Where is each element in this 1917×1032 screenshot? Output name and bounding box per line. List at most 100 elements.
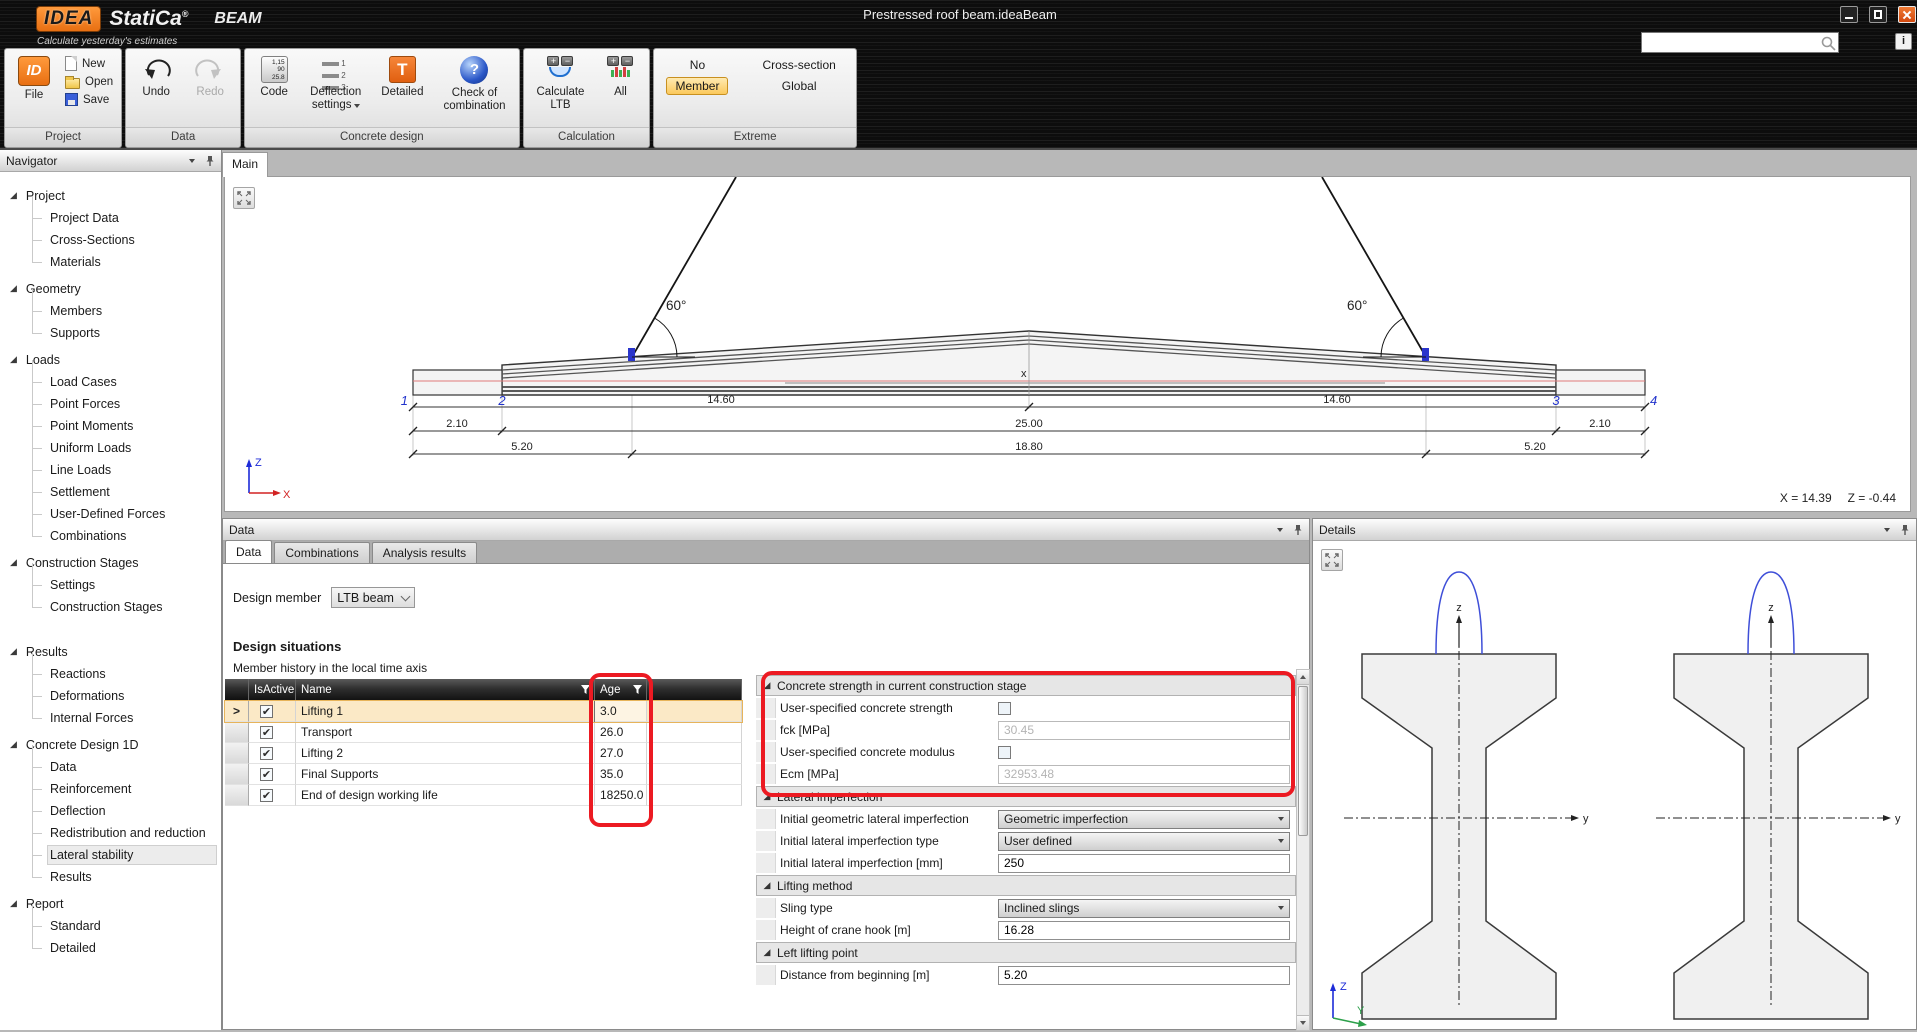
initial-imperfection-input[interactable] [998, 854, 1290, 873]
nav-item-point-moments[interactable]: Point Moments [0, 415, 221, 437]
user-strength-checkbox[interactable] [998, 702, 1011, 715]
isactive-checkbox[interactable]: ✔ [260, 789, 273, 802]
row-selector[interactable] [225, 722, 249, 743]
section-left-lifting-point[interactable]: ◢ Left lifting point [756, 942, 1296, 963]
stage-name-cell[interactable]: Final Supports [296, 764, 595, 785]
nav-group-concrete-design-1d[interactable]: ◢Concrete Design 1D [0, 733, 221, 756]
panel-menu-icon[interactable] [1882, 528, 1890, 532]
stage-age-cell[interactable]: 27.0 [595, 743, 647, 764]
nav-item-deflection[interactable]: Deflection [0, 800, 221, 822]
nav-item-data[interactable]: Data [0, 756, 221, 778]
collapse-triangle-icon[interactable]: ◢ [757, 947, 777, 958]
initial-geometric-imperfection-select[interactable]: Geometric imperfection [998, 810, 1290, 829]
filter-icon[interactable] [633, 685, 642, 694]
open-button[interactable]: Open [65, 75, 113, 89]
code-button[interactable]: 1,15 90 25.8 Code [253, 53, 295, 102]
nav-item-uniform-loads[interactable]: Uniform Loads [0, 437, 221, 459]
crane-hook-height-input[interactable] [998, 921, 1290, 940]
minimize-button[interactable] [1840, 6, 1858, 23]
distance-from-beginning-input[interactable] [998, 966, 1290, 985]
nav-item-supports[interactable]: Supports [0, 322, 221, 344]
row-selector[interactable] [225, 764, 249, 785]
new-button[interactable]: New [65, 56, 113, 71]
nav-item-results[interactable]: Results [0, 866, 221, 888]
column-header-name[interactable]: Name [296, 679, 595, 701]
collapse-triangle-icon[interactable]: ◢ [757, 791, 777, 802]
stage-age-cell[interactable]: 35.0 [595, 764, 647, 785]
stage-name-cell[interactable]: Lifting 2 [296, 743, 595, 764]
section-lifting-method[interactable]: ◢ Lifting method [756, 875, 1296, 896]
search-input[interactable] [1642, 34, 1820, 51]
tab-combinations[interactable]: Combinations [274, 542, 369, 563]
nav-group-construction-stages[interactable]: ◢Construction Stages [0, 551, 221, 574]
close-button[interactable] [1898, 6, 1916, 23]
nav-item-redistribution-and-reduction[interactable]: Redistribution and reduction [0, 822, 221, 844]
collapse-triangle-icon[interactable]: ◢ [10, 354, 17, 365]
nav-item-reactions[interactable]: Reactions [0, 663, 221, 685]
nav-item-construction-stages[interactable]: Construction Stages [0, 596, 221, 618]
collapse-triangle-icon[interactable]: ◢ [757, 880, 777, 891]
table-row[interactable]: ✔ Transport 26.0 [225, 722, 742, 743]
nav-item-project-data[interactable]: Project Data [0, 207, 221, 229]
nav-item-user-defined-forces[interactable]: User-Defined Forces [0, 503, 221, 525]
scrollbar-thumb[interactable] [1298, 686, 1308, 836]
main-viewport[interactable]: x 60° 60° 14.60 14.60 1 2 3 4 [224, 176, 1911, 512]
calculate-all-button[interactable]: +− All [599, 53, 641, 102]
ecm-input[interactable] [998, 765, 1290, 784]
pin-icon[interactable] [205, 155, 215, 167]
pin-icon[interactable] [1293, 524, 1303, 536]
info-button[interactable]: i [1895, 33, 1912, 50]
user-modulus-checkbox[interactable] [998, 746, 1011, 759]
row-selector[interactable] [225, 743, 249, 764]
nav-group-loads[interactable]: ◢Loads [0, 348, 221, 371]
section-concrete-strength[interactable]: ◢ Concrete strength in current construct… [756, 675, 1296, 696]
nav-item-reinforcement[interactable]: Reinforcement [0, 778, 221, 800]
table-row[interactable]: > ✔ Lifting 1 3.0 [225, 701, 742, 722]
properties-scrollbar[interactable] [1296, 669, 1310, 1031]
nav-item-cross-sections[interactable]: Cross-Sections [0, 229, 221, 251]
nav-item-lateral-stability[interactable]: Lateral stability [0, 844, 221, 866]
panel-menu-icon[interactable] [1275, 528, 1283, 532]
nav-item-deformations[interactable]: Deformations [0, 685, 221, 707]
stage-name-cell[interactable]: End of design working life [296, 785, 595, 806]
nav-group-report[interactable]: ◢Report [0, 892, 221, 915]
isactive-checkbox[interactable]: ✔ [260, 747, 273, 760]
stage-age-cell[interactable]: 18250.0 [595, 785, 647, 806]
nav-item-settlement[interactable]: Settlement [0, 481, 221, 503]
column-header-age[interactable]: Age [595, 679, 647, 701]
stage-name-cell[interactable]: Lifting 1 [296, 701, 595, 722]
table-row[interactable]: ✔ End of design working life 18250.0 [225, 785, 742, 806]
sling-type-select[interactable]: Inclined slings [998, 899, 1290, 918]
nav-item-load-cases[interactable]: Load Cases [0, 371, 221, 393]
filter-icon[interactable] [581, 685, 590, 694]
nav-item-detailed[interactable]: Detailed [0, 937, 221, 959]
redo-button[interactable]: Redo [188, 53, 232, 102]
collapse-triangle-icon[interactable]: ◢ [10, 898, 17, 909]
search-box[interactable] [1641, 32, 1839, 53]
isactive-checkbox[interactable]: ✔ [260, 768, 273, 781]
row-selector[interactable]: > [225, 701, 249, 722]
row-selector[interactable] [225, 785, 249, 806]
expand-view-icon[interactable] [1321, 549, 1343, 571]
nav-item-line-loads[interactable]: Line Loads [0, 459, 221, 481]
extreme-option-no[interactable]: No [666, 57, 728, 73]
nav-group-results[interactable]: ◢Results [0, 640, 221, 663]
imperfection-type-select[interactable]: User defined [998, 832, 1290, 851]
nav-group-project[interactable]: ◢Project [0, 184, 221, 207]
scroll-down-button[interactable] [1297, 1015, 1309, 1030]
collapse-triangle-icon[interactable]: ◢ [10, 190, 17, 201]
collapse-triangle-icon[interactable]: ◢ [757, 680, 777, 691]
nav-group-geometry[interactable]: ◢Geometry [0, 277, 221, 300]
nav-item-internal-forces[interactable]: Internal Forces [0, 707, 221, 729]
isactive-checkbox[interactable]: ✔ [260, 726, 273, 739]
panel-menu-icon[interactable] [187, 159, 195, 163]
check-of-combination-button[interactable]: ? Check ofcombination [438, 53, 510, 116]
tab-analysis-results[interactable]: Analysis results [372, 542, 477, 563]
table-row[interactable]: ✔ Final Supports 35.0 [225, 764, 742, 785]
extreme-option-member[interactable]: Member [666, 77, 728, 95]
nav-item-settings[interactable]: Settings [0, 574, 221, 596]
tab-data[interactable]: Data [225, 540, 272, 563]
isactive-checkbox[interactable]: ✔ [260, 705, 273, 718]
tab-main[interactable]: Main [222, 152, 268, 177]
undo-button[interactable]: Undo [134, 53, 178, 102]
